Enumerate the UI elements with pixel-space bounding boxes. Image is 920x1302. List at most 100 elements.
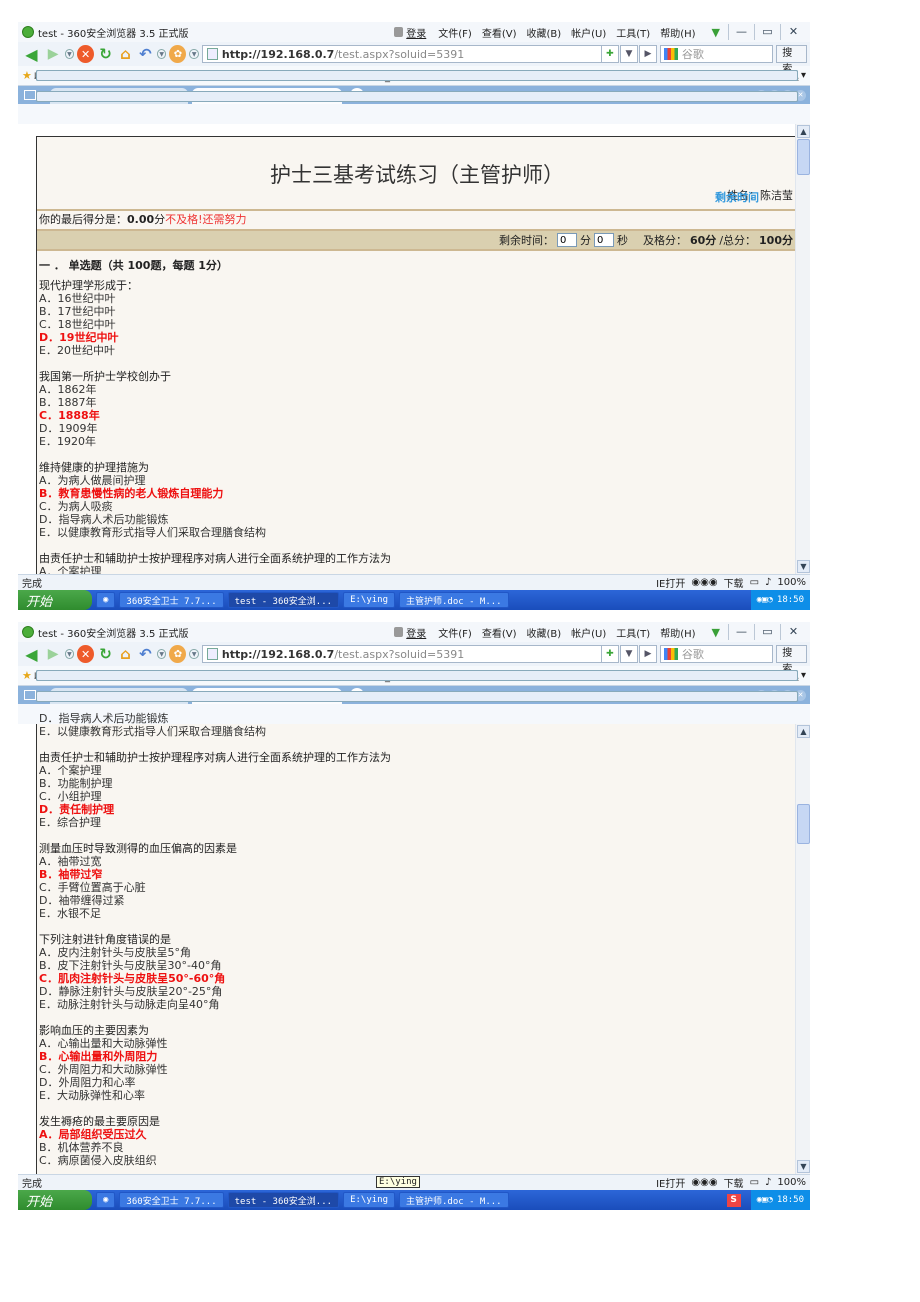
tab-test[interactable]: test× (36, 688, 798, 704)
url-host[interactable]: http://192.168.0.7 (222, 48, 334, 61)
close-window-button[interactable]: ✕ (780, 24, 806, 40)
maximize-button[interactable]: ▭ (754, 624, 780, 640)
taskbar-item-browser[interactable]: test - 360安全浏... (227, 592, 340, 608)
minutes-input[interactable] (557, 233, 577, 247)
accelerator-icon[interactable]: ◉◉◉ (691, 577, 717, 588)
tab-test[interactable]: test× (36, 88, 798, 104)
search-button[interactable]: 搜索 (776, 645, 808, 675)
go-icon[interactable]: ▶ (638, 45, 657, 63)
back-icon[interactable]: ◀ (21, 645, 42, 664)
paw-dropdown-icon[interactable]: ▼ (189, 49, 199, 59)
address-bar[interactable]: http://192.168.0.7/test.aspx?soluid=5391 (201, 645, 602, 663)
window-icon[interactable]: ▭ (750, 1177, 759, 1188)
menu-view[interactable]: 查看(V) (482, 625, 517, 640)
paw-icon[interactable]: ✿ (169, 645, 187, 663)
start-button[interactable]: 开始 (18, 590, 92, 610)
fav-starch[interactable]: 淀粉接枝 (36, 68, 798, 83)
url-path[interactable]: /test.aspx?soluid=5391 (334, 648, 464, 661)
history-dropdown-icon[interactable]: ▼ (64, 49, 75, 59)
menu-favorites[interactable]: 收藏(B) (526, 625, 561, 640)
menu-account[interactable]: 帐户(U) (571, 625, 606, 640)
stop-icon[interactable]: ✕ (77, 45, 95, 63)
login-label[interactable]: 登录 (406, 625, 426, 640)
tray-icons[interactable]: ◉▣◔ (757, 595, 773, 605)
scroll-down-icon[interactable]: ▼ (797, 1160, 810, 1173)
taskbar-item-folder[interactable]: E:\ying (343, 1192, 395, 1208)
sidebar-toggle-icon[interactable] (24, 90, 36, 100)
taskbar-item-browser[interactable]: test - 360安全浏... (227, 1192, 340, 1208)
start-button[interactable]: 开始 (18, 1190, 92, 1210)
search-button[interactable]: 搜索 (776, 45, 808, 75)
zoom-level[interactable]: 100% (777, 1177, 806, 1188)
menu-account[interactable]: 帐户(U) (571, 25, 606, 40)
skin-icon[interactable]: ▼ (712, 26, 720, 39)
close-window-button[interactable]: ✕ (780, 624, 806, 640)
home-icon[interactable]: ⌂ (117, 45, 134, 63)
menu-tools[interactable]: 工具(T) (616, 625, 650, 640)
menu-view[interactable]: 查看(V) (482, 25, 517, 40)
history-dropdown-icon[interactable]: ▼ (64, 649, 75, 659)
taskbar-360-icon[interactable]: ◉ (96, 592, 116, 608)
url-path[interactable]: /test.aspx?soluid=5391 (334, 48, 464, 61)
download-button[interactable]: 下载 (724, 1175, 744, 1190)
address-dropdown-icon[interactable]: ▼ (619, 45, 638, 63)
download-button[interactable]: 下载 (724, 575, 744, 590)
minimize-button[interactable]: — (728, 24, 754, 40)
scroll-up-icon[interactable]: ▲ (797, 725, 810, 738)
sound-icon[interactable]: ♪ (765, 1177, 771, 1188)
skin-icon[interactable]: ▼ (712, 626, 720, 639)
home-icon[interactable]: ⌂ (117, 645, 134, 663)
undo-close-icon[interactable]: ↶ (137, 645, 154, 663)
zoom-level[interactable]: 100% (777, 577, 806, 588)
ie-open-button[interactable]: IE打开 (656, 575, 685, 590)
paw-icon[interactable]: ✿ (169, 45, 187, 63)
taskbar-360-icon[interactable]: ◉ (96, 1192, 116, 1208)
google-icon[interactable] (663, 48, 678, 60)
fav-starch[interactable]: 淀粉接枝 (36, 668, 798, 683)
login-link[interactable]: 登录 (394, 25, 426, 40)
taskbar-item-doc[interactable]: 主管护师.doc - M... (399, 592, 509, 608)
security-icon[interactable]: ✚ (600, 45, 619, 63)
sidebar-toggle-icon[interactable] (24, 690, 36, 700)
login-link[interactable]: 登录 (394, 625, 426, 640)
login-label[interactable]: 登录 (406, 25, 426, 40)
address-dropdown-icon[interactable]: ▼ (619, 645, 638, 663)
taskbar-item-doc[interactable]: 主管护师.doc - M... (399, 1192, 509, 1208)
taskbar-item-folder[interactable]: E:\ying (343, 592, 395, 608)
search-input[interactable]: 谷歌 (659, 645, 774, 663)
sound-icon[interactable]: ♪ (765, 577, 771, 588)
back-icon[interactable]: ◀ (21, 45, 42, 64)
menu-file[interactable]: 文件(F) (438, 625, 472, 640)
undo-dropdown-icon[interactable]: ▼ (156, 49, 167, 59)
tray-icons[interactable]: ◉▣◔ (757, 1195, 773, 1205)
vertical-scrollbar[interactable]: ▲ ▼ (795, 724, 810, 1174)
window-icon[interactable]: ▭ (750, 577, 759, 588)
vertical-scrollbar[interactable]: ▲ ▼ (795, 124, 810, 574)
taskbar-item-360safe[interactable]: 360安全卫士 7.7... (119, 1192, 224, 1208)
forward-icon[interactable]: ▶ (45, 45, 62, 63)
paw-dropdown-icon[interactable]: ▼ (189, 649, 199, 659)
scroll-up-icon[interactable]: ▲ (797, 125, 810, 138)
undo-close-icon[interactable]: ↶ (137, 45, 154, 63)
forward-icon[interactable]: ▶ (45, 645, 62, 663)
url-host[interactable]: http://192.168.0.7 (222, 648, 334, 661)
search-input[interactable]: 谷歌 (659, 45, 774, 63)
stop-icon[interactable]: ✕ (77, 645, 95, 663)
menu-favorites[interactable]: 收藏(B) (526, 25, 561, 40)
menu-tools[interactable]: 工具(T) (616, 25, 650, 40)
go-icon[interactable]: ▶ (638, 645, 657, 663)
address-bar[interactable]: http://192.168.0.7/test.aspx?soluid=5391 (201, 45, 602, 63)
google-icon[interactable] (663, 648, 678, 660)
security-icon[interactable]: ✚ (600, 645, 619, 663)
scroll-thumb[interactable] (797, 804, 810, 844)
taskbar-item-360safe[interactable]: 360安全卫士 7.7... (119, 592, 224, 608)
refresh-icon[interactable]: ↻ (97, 45, 114, 63)
refresh-icon[interactable]: ↻ (97, 645, 114, 663)
accelerator-icon[interactable]: ◉◉◉ (691, 1177, 717, 1188)
minimize-button[interactable]: — (728, 624, 754, 640)
seconds-input[interactable] (594, 233, 614, 247)
menu-file[interactable]: 文件(F) (438, 25, 472, 40)
ie-open-button[interactable]: IE打开 (656, 1175, 685, 1190)
ime-icon[interactable]: S (726, 1193, 741, 1207)
scroll-thumb[interactable] (797, 139, 810, 175)
